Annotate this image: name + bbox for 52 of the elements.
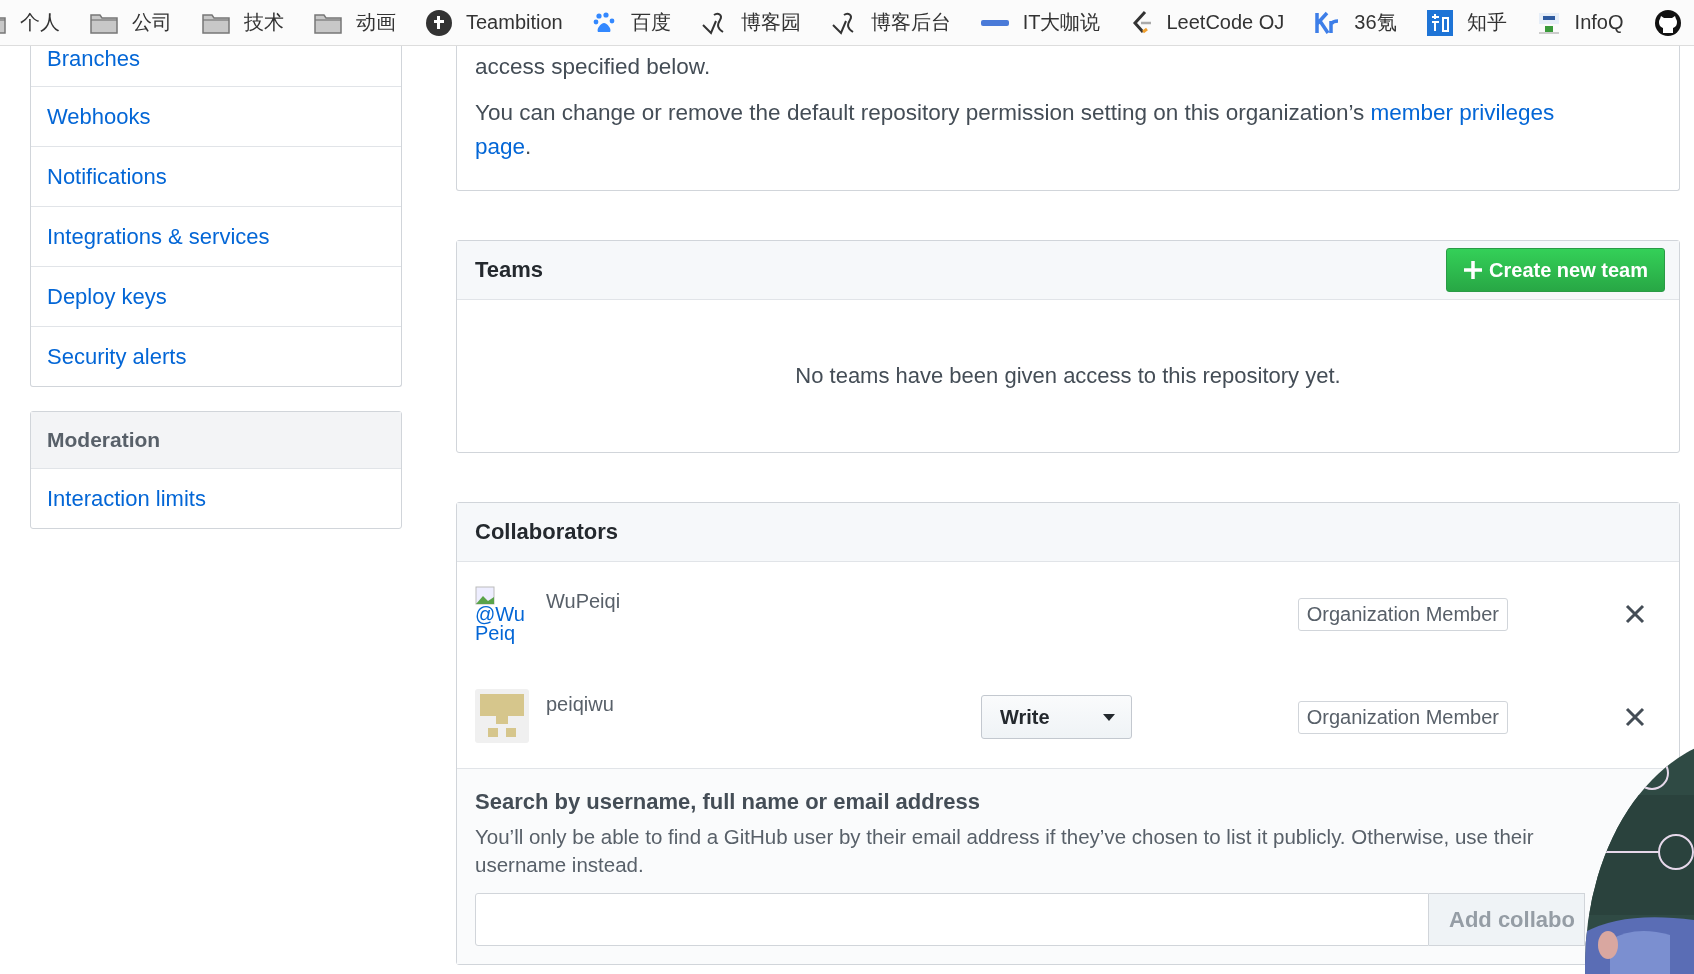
close-icon[interactable] (1625, 707, 1645, 727)
notice-text: access specified below. (475, 53, 712, 81)
bookmark-link[interactable]: 动画 (356, 9, 396, 36)
kr-logo-icon (1314, 10, 1341, 35)
sidebar-item[interactable]: Webhooks (31, 87, 401, 147)
square-logo-icon (1426, 9, 1453, 36)
bookmark-link[interactable]: 博客园 (740, 9, 801, 36)
cat-logo-icon (1653, 8, 1682, 37)
folder-icon (202, 11, 230, 34)
sidebar-item[interactable]: Deploy keys (31, 267, 401, 327)
plus-icon (1463, 260, 1484, 280)
sidebar-item[interactable]: Branches (31, 46, 401, 87)
bookmark-link[interactable]: InfoQ (1574, 11, 1624, 34)
circle-logo-icon (426, 9, 452, 36)
help-text: You’ll only be able to find a GitHub user by their email address if they’ve chosen to list it publicly. Otherwise, use their username instead. (475, 824, 1535, 878)
bookmark-link[interactable]: LeetCode OJ (1166, 11, 1285, 34)
bookmark-link[interactable]: 公司 (132, 9, 172, 36)
identicon-avatar (475, 689, 529, 743)
permission-dropdown[interactable]: Write (981, 695, 1132, 739)
paw-icon (592, 10, 617, 35)
bookmark-link[interactable]: IT大咖说 (1022, 9, 1101, 36)
close-icon[interactable] (1625, 604, 1645, 624)
username: WuPeiqi (545, 590, 622, 613)
panel-title: Teams (475, 257, 544, 283)
info-logo-icon (1536, 10, 1561, 35)
sidebar-item[interactable]: Notifications (31, 147, 401, 207)
username: peiqiwu (545, 693, 615, 716)
bookmark-link[interactable]: 技术 (244, 9, 284, 36)
menu-header: Moderation (31, 412, 401, 469)
bookmark-link[interactable]: 个人 (20, 9, 60, 36)
panel-title: Collaborators (475, 519, 619, 545)
notice-text: You can change or remove the default repository permission setting on this organization’s member privileges page. (475, 99, 1556, 161)
chevron-logo-icon (1130, 9, 1153, 36)
section-title: Search by username, full name or email address (475, 789, 981, 815)
privileges-link[interactable]: page (475, 134, 526, 159)
bookmark-link[interactable]: Teambition (466, 11, 563, 34)
folder-icon (90, 11, 118, 34)
empty-message: No teams have been given access to this repository yet. (795, 363, 1341, 389)
privileges-link[interactable]: member privileges (1370, 100, 1555, 125)
bookmark-link[interactable]: 博客后台 (870, 9, 951, 36)
caret-icon (1103, 713, 1115, 721)
sidebar-item[interactable]: Integrations & services (31, 207, 401, 267)
bookmark-link[interactable]: 36氪 (1354, 9, 1397, 36)
role-label: Organization Member (1297, 597, 1508, 631)
sidebar-item[interactable]: Security alerts (31, 327, 401, 386)
bookmark-link[interactable]: 百度 (630, 9, 671, 36)
role-label: Organization Member (1297, 700, 1508, 734)
bookmark-link[interactable]: 知乎 (1466, 9, 1507, 36)
search-field[interactable] (475, 893, 1429, 946)
sidebar-item[interactable]: Interaction limits (31, 469, 401, 528)
folder-icon (314, 11, 342, 34)
banner-icon (980, 17, 1009, 28)
